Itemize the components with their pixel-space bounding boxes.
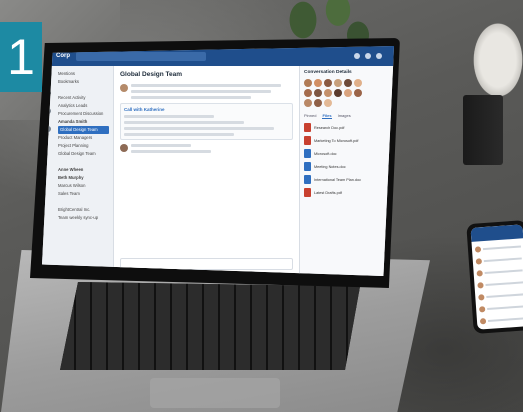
photo-scene: Corp Mentions Bookmarks Recent Activity Ana… [0, 0, 523, 412]
phone-screen [470, 224, 523, 330]
sidebar-item[interactable]: Global Design Team [58, 150, 109, 158]
sidebar-item[interactable]: BrightCentral Inc. [58, 206, 109, 214]
sidebar-item[interactable]: Project Planning [58, 142, 109, 150]
settings-icon[interactable] [365, 53, 371, 59]
participant-avatars [304, 79, 390, 107]
laptop-screen: Corp Mentions Bookmarks Recent Activity Ana… [42, 46, 394, 276]
meeting-card[interactable]: Call with Katherine [120, 103, 293, 140]
avatar[interactable] [324, 89, 332, 97]
laptop-trackpad [150, 378, 280, 408]
avatar[interactable] [324, 79, 332, 87]
avatar[interactable] [354, 79, 362, 87]
file-icon [304, 149, 311, 158]
sidebar-item[interactable] [58, 198, 109, 206]
file-name: Latest Drafts.pdf [314, 190, 342, 195]
sidebar-item[interactable]: Product Managers [58, 134, 109, 142]
message-body [131, 84, 281, 99]
black-speaker [463, 95, 503, 165]
file-item[interactable]: Research Doc.pdf [304, 123, 390, 132]
card-title: Call with Katherine [124, 107, 165, 112]
conversation-pane: Global Design Team Call with Katherine [114, 66, 299, 276]
channel-title: Global Design Team [120, 71, 183, 78]
file-name: Microsoft.doc [314, 151, 337, 156]
avatar[interactable] [376, 53, 382, 59]
file-list: Research Doc.pdf Marketing To Microsoft.p… [304, 123, 390, 197]
details-panel: Conversation Details Pinned Files Images R… [299, 66, 394, 276]
step-number: 1 [7, 29, 35, 85]
search-input[interactable] [76, 51, 206, 61]
file-item[interactable]: International Team Plan.doc [304, 175, 390, 184]
avatar[interactable] [314, 89, 322, 97]
sidebar-item[interactable]: Analytics Leads [58, 102, 109, 110]
file-name: Marketing To Microsoft.pdf [314, 138, 359, 143]
avatar[interactable] [304, 79, 312, 87]
file-icon [304, 123, 311, 132]
sidebar-item[interactable]: Beth Murphy [58, 174, 109, 182]
file-name: Meeting Notes.doc [314, 164, 346, 169]
avatar[interactable] [334, 89, 342, 97]
sidebar-item[interactable]: Procurement Discussion [58, 110, 109, 118]
message-body [131, 144, 211, 153]
notification-icon[interactable] [354, 53, 360, 59]
sidebar-item[interactable]: Bookmarks [58, 78, 109, 86]
file-icon [304, 188, 311, 197]
file-name: International Team Plan.doc [314, 177, 361, 182]
file-item[interactable]: Meeting Notes.doc [304, 162, 390, 171]
sidebar-item[interactable]: Marcus Wilson [58, 182, 109, 190]
laptop-keyboard [60, 282, 360, 370]
avatar [120, 144, 128, 152]
avatar[interactable] [314, 79, 322, 87]
file-item[interactable]: Latest Drafts.pdf [304, 188, 390, 197]
sidebar-item[interactable]: Amanda Smith [58, 118, 109, 126]
details-tabs: Pinned Files Images [304, 113, 390, 119]
avatar[interactable] [304, 89, 312, 97]
sidebar-item[interactable] [58, 158, 109, 166]
details-title: Conversation Details [304, 70, 352, 75]
sidebar-list: Mentions Bookmarks Recent Activity Analytic… [58, 70, 109, 222]
file-icon [304, 162, 311, 171]
avatar[interactable] [304, 99, 312, 107]
step-badge: 1 [0, 22, 42, 92]
avatar[interactable] [324, 99, 332, 107]
tab-files[interactable]: Files [322, 113, 332, 119]
org-name: Corp [56, 53, 70, 59]
avatar[interactable] [314, 99, 322, 107]
avatar[interactable] [354, 89, 362, 97]
tab-images[interactable]: Images [338, 113, 351, 119]
avatar[interactable] [344, 79, 352, 87]
sidebar-item[interactable]: Anne Wheen [58, 166, 109, 174]
smartphone [466, 220, 523, 334]
file-icon [304, 175, 311, 184]
avatar [120, 84, 128, 92]
sidebar-item[interactable]: Mentions [58, 70, 109, 78]
file-item[interactable]: Marketing To Microsoft.pdf [304, 136, 390, 145]
avatar[interactable] [344, 89, 352, 97]
top-icons [354, 53, 382, 59]
sidebar-item[interactable]: Recent Activity [58, 94, 109, 102]
tab-pinned[interactable]: Pinned [304, 113, 316, 119]
sidebar-item[interactable]: Global Design Team [58, 126, 109, 134]
sidebar-item[interactable]: Sales Team [58, 190, 109, 198]
file-name: Research Doc.pdf [314, 125, 345, 130]
file-item[interactable]: Microsoft.doc [304, 149, 390, 158]
message [120, 144, 293, 153]
phone-header [470, 224, 523, 242]
avatar[interactable] [334, 79, 342, 87]
sidebar-item[interactable]: Team weekly sync-up [58, 214, 109, 222]
message [120, 84, 293, 99]
file-icon [304, 136, 311, 145]
sidebar-item[interactable] [58, 86, 109, 94]
